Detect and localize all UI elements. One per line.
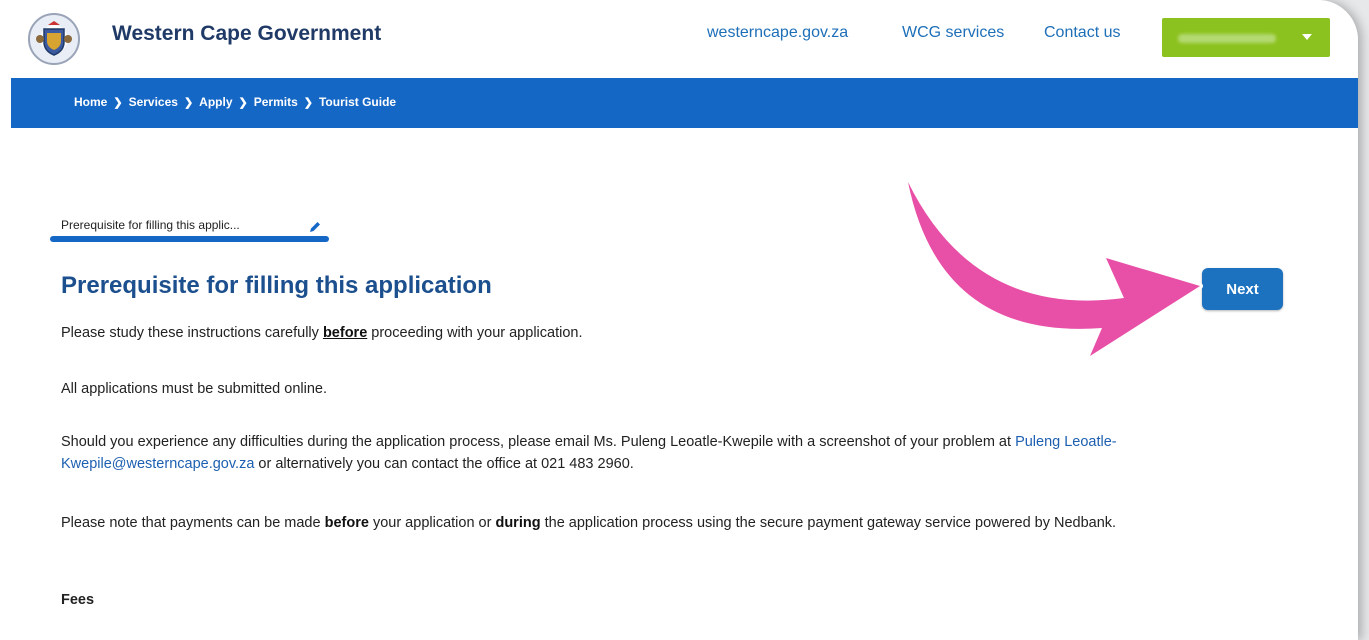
section-tab-label[interactable]: Prerequisite for filling this applic... — [61, 218, 240, 232]
chevron-right-icon: ❯ — [303, 97, 313, 109]
chevron-right-icon: ❯ — [238, 97, 248, 109]
p4-text-a: Please note that payments can be made — [61, 515, 325, 531]
instruction-paragraph-3: Should you experience any difficulties d… — [61, 431, 1301, 475]
breadcrumb-apply[interactable]: Apply — [199, 95, 232, 109]
instruction-paragraph-1: Please study these instructions carefull… — [61, 322, 1301, 344]
fees-heading: Fees — [61, 592, 95, 608]
next-button[interactable]: Next — [1202, 268, 1283, 310]
p4-text-c: your application or — [368, 515, 496, 531]
caret-down-icon — [1302, 34, 1312, 40]
browser-frame: Western Cape Government westerncape.gov.… — [0, 0, 1358, 640]
pencil-icon[interactable] — [308, 220, 322, 234]
p4-text-e: the application process using the secure… — [540, 515, 1117, 531]
active-tab-indicator — [50, 236, 329, 242]
chevron-right-icon: ❯ — [113, 97, 123, 109]
breadcrumb-home[interactable]: Home — [74, 95, 107, 109]
breadcrumb-permits[interactable]: Permits — [254, 95, 298, 109]
p3-text-end: or alternatively you can contact the off… — [254, 456, 634, 472]
site-brand[interactable]: Western Cape Government — [112, 22, 381, 46]
coat-of-arms-logo[interactable] — [28, 13, 80, 65]
blurred-username — [1178, 34, 1276, 43]
link-westerncape-gov[interactable]: westerncape.gov.za — [707, 24, 848, 42]
site-header: Western Cape Government westerncape.gov.… — [0, 0, 1358, 78]
p4-before: before — [324, 515, 369, 531]
p3-text: Should you experience any difficulties d… — [61, 434, 1016, 450]
link-wcg-services[interactable]: WCG services — [902, 24, 1004, 42]
p1-text: Please study these instructions carefull… — [61, 325, 323, 341]
p1-text-end: proceeding with your application. — [367, 325, 583, 341]
page-title: Prerequisite for filling this applicatio… — [61, 272, 492, 299]
instruction-paragraph-2: All applications must be submitted onlin… — [61, 381, 327, 397]
p1-emphasis: before — [322, 325, 368, 341]
breadcrumb-bar: Home ❯ Services ❯ Apply ❯ Permits ❯ Tourist Guid… — [11, 78, 1358, 128]
breadcrumb: Home ❯ Services ❯ Apply ❯ Permits ❯ Tourist Guid… — [74, 95, 396, 109]
breadcrumb-services[interactable]: Services — [129, 95, 178, 109]
instruction-paragraph-4: Please note that payments can be made be… — [61, 512, 1301, 534]
user-menu-button[interactable] — [1162, 18, 1330, 57]
p4-during: during — [495, 515, 541, 531]
chevron-right-icon: ❯ — [183, 97, 194, 109]
link-contact-us[interactable]: Contact us — [1044, 24, 1120, 42]
breadcrumb-tourist-guide[interactable]: Tourist Guide — [319, 95, 396, 109]
